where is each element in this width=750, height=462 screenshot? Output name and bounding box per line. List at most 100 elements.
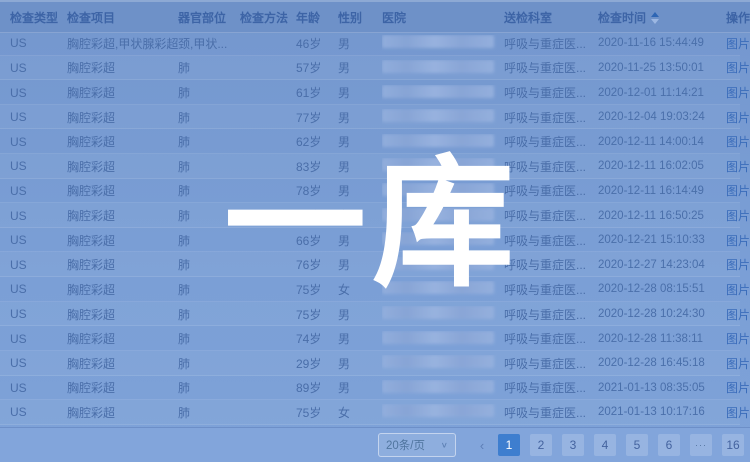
cell-action: 图片 bbox=[726, 281, 750, 298]
prev-page-button[interactable]: ‹ bbox=[474, 438, 490, 453]
redacted-hospital-blur bbox=[382, 355, 494, 368]
cell-action: 图片 bbox=[726, 355, 750, 372]
cell-type: US bbox=[10, 258, 67, 272]
cell-hospital bbox=[382, 404, 504, 420]
cell-dept: 呼吸与重症医... bbox=[504, 182, 598, 199]
cell-age: 75岁 bbox=[296, 306, 338, 323]
cell-action: 图片 bbox=[726, 330, 750, 347]
cell-action: 图片 bbox=[726, 84, 750, 101]
image-link[interactable]: 图片 bbox=[726, 86, 750, 100]
table-row: US胸腔彩超肺76岁女呼吸与重症医...2020-12-11 16:50:25图… bbox=[0, 203, 740, 228]
column-header-hospital: 医院 bbox=[382, 9, 504, 26]
cell-action: 图片 bbox=[726, 59, 750, 76]
column-header-age: 年龄 bbox=[296, 9, 338, 26]
image-link[interactable]: 图片 bbox=[726, 357, 750, 371]
cell-organ: 肺 bbox=[178, 256, 240, 273]
cell-action: 图片 bbox=[726, 306, 750, 323]
cell-age: 83岁 bbox=[296, 158, 338, 175]
cell-organ: 肺 bbox=[178, 330, 240, 347]
image-link[interactable]: 图片 bbox=[726, 37, 750, 51]
cell-organ: 颈,甲状... bbox=[178, 35, 240, 52]
cell-gender: 男 bbox=[338, 158, 382, 175]
redacted-hospital-blur bbox=[382, 404, 494, 417]
cell-type: US bbox=[10, 110, 67, 124]
page-button-5[interactable]: 5 bbox=[626, 434, 648, 456]
cell-organ: 肺 bbox=[178, 59, 240, 76]
redacted-hospital-blur bbox=[382, 60, 494, 73]
page-button-2[interactable]: 2 bbox=[530, 434, 552, 456]
cell-action: 图片 bbox=[726, 404, 750, 421]
chevron-down-icon: ∨ bbox=[441, 441, 448, 450]
image-link[interactable]: 图片 bbox=[726, 381, 750, 395]
cell-item: 胸腔彩超 bbox=[67, 330, 178, 347]
cell-type: US bbox=[10, 86, 67, 100]
image-link[interactable]: 图片 bbox=[726, 184, 750, 198]
cell-time: 2020-12-11 16:02:05 bbox=[598, 160, 726, 172]
cell-organ: 肺 bbox=[178, 232, 240, 249]
cell-type: US bbox=[10, 159, 67, 173]
image-link[interactable]: 图片 bbox=[726, 61, 750, 75]
cell-gender: 男 bbox=[338, 109, 382, 126]
cell-gender: 女 bbox=[338, 404, 382, 421]
image-link[interactable]: 图片 bbox=[726, 111, 750, 125]
cell-item: 胸腔彩超 bbox=[67, 59, 178, 76]
cell-organ: 肺 bbox=[178, 133, 240, 150]
cell-time: 2021-01-13 10:17:16 bbox=[598, 406, 726, 418]
cell-age: 75岁 bbox=[296, 281, 338, 298]
page-button-16[interactable]: 16 bbox=[722, 434, 744, 456]
redacted-hospital-blur bbox=[382, 380, 494, 393]
page-size-value: 20条/页 bbox=[386, 437, 425, 453]
cell-age: 76岁 bbox=[296, 256, 338, 273]
page-ellipsis[interactable]: ··· bbox=[690, 434, 712, 456]
cell-hospital bbox=[382, 281, 504, 297]
image-link[interactable]: 图片 bbox=[726, 160, 750, 174]
cell-type: US bbox=[10, 61, 67, 75]
cell-organ: 肺 bbox=[178, 182, 240, 199]
image-link[interactable]: 图片 bbox=[726, 209, 750, 223]
cell-time: 2020-12-01 11:14:21 bbox=[598, 87, 726, 99]
cell-organ: 肺 bbox=[178, 158, 240, 175]
page-button-6[interactable]: 6 bbox=[658, 434, 680, 456]
page-button-4[interactable]: 4 bbox=[594, 434, 616, 456]
sort-caret-icon[interactable] bbox=[651, 12, 659, 24]
image-link[interactable]: 图片 bbox=[726, 258, 750, 272]
table-row: US胸腔彩超肺29岁男呼吸与重症医...2020-12-28 16:45:18图… bbox=[0, 351, 740, 376]
cell-item: 胸腔彩超 bbox=[67, 379, 178, 396]
cell-age: 77岁 bbox=[296, 109, 338, 126]
cell-hospital bbox=[382, 60, 504, 76]
cell-gender: 男 bbox=[338, 256, 382, 273]
image-link[interactable]: 图片 bbox=[726, 332, 750, 346]
image-link[interactable]: 图片 bbox=[726, 308, 750, 322]
cell-gender: 男 bbox=[338, 379, 382, 396]
image-link[interactable]: 图片 bbox=[726, 234, 750, 248]
cell-organ: 肺 bbox=[178, 281, 240, 298]
column-header-time[interactable]: 检查时间 bbox=[598, 9, 726, 26]
cell-hospital bbox=[382, 85, 504, 101]
image-link[interactable]: 图片 bbox=[726, 283, 750, 297]
table-row: US胸腔彩超肺78岁男呼吸与重症医...2020-12-11 16:14:49图… bbox=[0, 179, 740, 204]
cell-item: 胸腔彩超 bbox=[67, 404, 178, 421]
page-button-3[interactable]: 3 bbox=[562, 434, 584, 456]
page-button-1[interactable]: 1 bbox=[498, 434, 520, 456]
cell-item: 胸腔彩超 bbox=[67, 84, 178, 101]
cell-type: US bbox=[10, 307, 67, 321]
cell-age: 62岁 bbox=[296, 133, 338, 150]
cell-time: 2020-12-04 19:03:24 bbox=[598, 111, 726, 123]
cell-gender: 女 bbox=[338, 207, 382, 224]
cell-action: 图片 bbox=[726, 379, 750, 396]
image-link[interactable]: 图片 bbox=[726, 135, 750, 149]
cell-action: 图片 bbox=[726, 109, 750, 126]
cell-type: US bbox=[10, 135, 67, 149]
cell-age: 74岁 bbox=[296, 330, 338, 347]
cell-gender: 男 bbox=[338, 182, 382, 199]
column-header-dept: 送检科室 bbox=[504, 9, 598, 26]
cell-time: 2020-12-11 14:00:14 bbox=[598, 136, 726, 148]
cell-dept: 呼吸与重症医... bbox=[504, 59, 598, 76]
page-size-select[interactable]: 20条/页 ∨ bbox=[378, 433, 456, 457]
image-link[interactable]: 图片 bbox=[726, 406, 750, 420]
table-row: US胸腔彩超肺66岁男呼吸与重症医...2020-12-21 15:10:33图… bbox=[0, 228, 740, 253]
exam-records-table-screen: 检查类型检查项目器官部位检查方法年龄性别医院送检科室检查时间操作 US胸腔彩超,… bbox=[0, 0, 750, 462]
redacted-hospital-blur bbox=[382, 281, 494, 294]
redacted-hospital-blur bbox=[382, 85, 494, 98]
redacted-hospital-blur bbox=[382, 183, 494, 196]
